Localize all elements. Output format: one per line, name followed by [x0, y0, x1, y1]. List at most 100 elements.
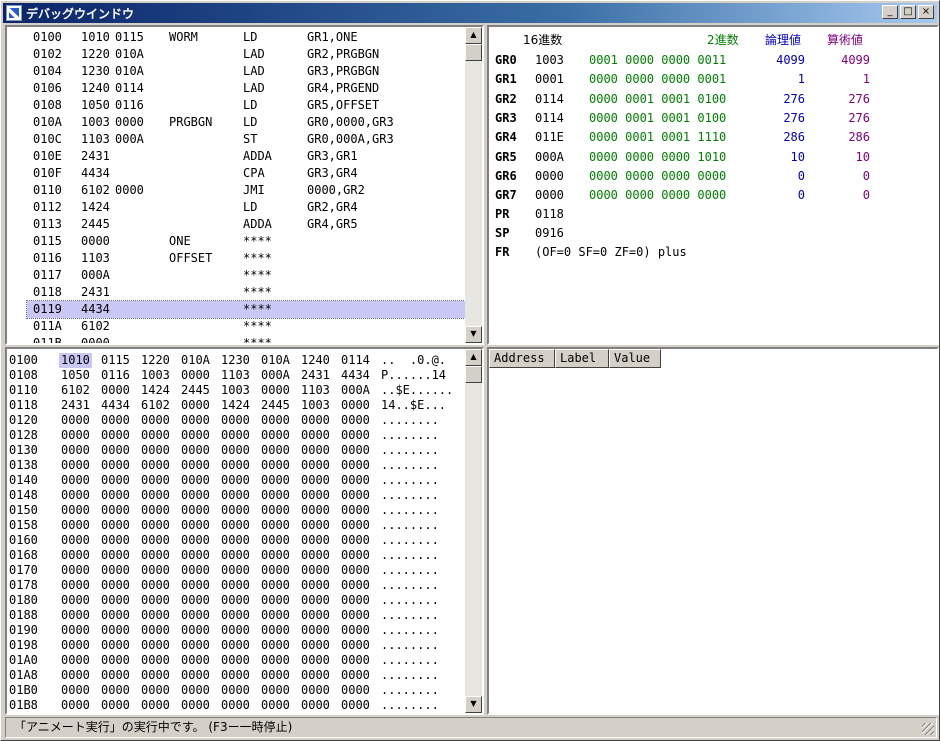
memory-word[interactable]: 0000: [61, 623, 90, 638]
scroll-thumb[interactable]: [465, 366, 482, 383]
memory-word[interactable]: 000A: [341, 383, 370, 398]
memory-word[interactable]: 0000: [301, 623, 330, 638]
memory-word[interactable]: 0000: [341, 683, 370, 698]
memory-word[interactable]: 0000: [341, 518, 370, 533]
resize-grip-icon[interactable]: [922, 723, 934, 735]
memory-word[interactable]: 0000: [181, 668, 210, 683]
memory-word[interactable]: 0000: [301, 413, 330, 428]
memory-word[interactable]: 0000: [141, 548, 170, 563]
memory-word[interactable]: 0000: [341, 698, 370, 713]
memory-word[interactable]: 0000: [341, 623, 370, 638]
source-row[interactable]: 0119 4434 ****: [26, 300, 466, 319]
memory-word[interactable]: 0000: [261, 623, 290, 638]
memory-word[interactable]: 2431: [61, 398, 90, 413]
memory-word[interactable]: 0000: [301, 518, 330, 533]
memory-word[interactable]: 0000: [101, 383, 130, 398]
memory-word[interactable]: 0000: [261, 548, 290, 563]
memory-word[interactable]: 0000: [141, 623, 170, 638]
memory-word[interactable]: 0000: [341, 533, 370, 548]
memory-word[interactable]: 0000: [301, 473, 330, 488]
source-row[interactable]: 0110 6102 0000 JMI 0000,GR2: [27, 182, 465, 199]
memory-word[interactable]: 0000: [101, 443, 130, 458]
memory-word[interactable]: 0000: [341, 668, 370, 683]
source-row[interactable]: 010A 1003 0000 PRGBGN LD GR0,0000,GR3: [27, 114, 465, 131]
memory-word[interactable]: 0000: [261, 653, 290, 668]
memory-word[interactable]: 0000: [261, 383, 290, 398]
memory-word[interactable]: 0000: [101, 653, 130, 668]
memory-word[interactable]: 0000: [221, 428, 250, 443]
memory-word[interactable]: 0000: [181, 428, 210, 443]
memory-word[interactable]: 0000: [101, 548, 130, 563]
memory-word[interactable]: 0000: [61, 518, 90, 533]
memory-word[interactable]: 0000: [301, 578, 330, 593]
memory-word[interactable]: 0000: [101, 608, 130, 623]
memory-word[interactable]: 0000: [141, 668, 170, 683]
memory-word[interactable]: 0000: [301, 443, 330, 458]
memory-word[interactable]: 0000: [261, 488, 290, 503]
memory-word[interactable]: 0000: [61, 563, 90, 578]
memory-word[interactable]: 0000: [61, 458, 90, 473]
memory-word[interactable]: 0000: [301, 653, 330, 668]
memory-word[interactable]: 0000: [261, 413, 290, 428]
memory-word[interactable]: 2431: [301, 368, 330, 383]
memory-word[interactable]: 0000: [261, 518, 290, 533]
memory-word[interactable]: 0000: [341, 503, 370, 518]
memory-word[interactable]: 0000: [261, 698, 290, 713]
label-table-pane[interactable]: Address Label Value: [487, 347, 939, 715]
memory-word[interactable]: 0000: [101, 488, 130, 503]
memory-word[interactable]: 0000: [301, 608, 330, 623]
memory-word[interactable]: 0116: [101, 368, 130, 383]
memory-word[interactable]: 0000: [221, 503, 250, 518]
memory-word[interactable]: 0000: [181, 563, 210, 578]
memory-word[interactable]: 0000: [221, 668, 250, 683]
memory-word[interactable]: 0000: [341, 638, 370, 653]
memory-word[interactable]: 1103: [221, 368, 250, 383]
memory-word[interactable]: 0000: [341, 413, 370, 428]
memory-word[interactable]: 010A: [181, 353, 210, 368]
memory-word[interactable]: 0000: [261, 593, 290, 608]
memory-word[interactable]: 0000: [221, 683, 250, 698]
memory-word[interactable]: 0000: [61, 653, 90, 668]
memory-word[interactable]: 0000: [301, 533, 330, 548]
memory-word[interactable]: 0000: [221, 518, 250, 533]
memory-word[interactable]: 0000: [101, 593, 130, 608]
memory-word[interactable]: 0000: [261, 683, 290, 698]
memory-word[interactable]: 0000: [181, 548, 210, 563]
memory-word[interactable]: 0000: [61, 548, 90, 563]
memory-word[interactable]: 0000: [181, 623, 210, 638]
memory-word[interactable]: 0000: [141, 428, 170, 443]
source-row[interactable]: 010C 1103 000A ST GR0,000A,GR3: [27, 131, 465, 148]
memory-word[interactable]: 0000: [261, 563, 290, 578]
minimize-button[interactable]: _: [882, 5, 898, 19]
memory-word[interactable]: 0000: [301, 503, 330, 518]
memory-word[interactable]: 0000: [261, 428, 290, 443]
memory-word[interactable]: 0000: [141, 638, 170, 653]
memory-word[interactable]: 0000: [61, 488, 90, 503]
memory-word[interactable]: 1003: [141, 368, 170, 383]
memory-word[interactable]: 0000: [181, 518, 210, 533]
memory-word[interactable]: 0000: [61, 443, 90, 458]
memory-word[interactable]: 0000: [101, 428, 130, 443]
memory-word[interactable]: 0000: [181, 473, 210, 488]
close-button[interactable]: ×: [918, 5, 934, 19]
memory-word[interactable]: 0000: [221, 698, 250, 713]
memory-word[interactable]: 0000: [261, 638, 290, 653]
memory-word[interactable]: 0000: [181, 443, 210, 458]
memory-word[interactable]: 0000: [261, 443, 290, 458]
memory-word[interactable]: 0000: [141, 578, 170, 593]
source-row[interactable]: 0118 2431 ****: [27, 284, 465, 301]
memory-word[interactable]: 000A: [261, 368, 290, 383]
memory-word[interactable]: 0000: [181, 683, 210, 698]
scroll-down-arrow-icon[interactable]: ▼: [465, 326, 482, 343]
memory-word[interactable]: 0000: [101, 518, 130, 533]
title-bar[interactable]: デバッグウインドウ _ □ ×: [3, 3, 937, 23]
memory-word[interactable]: 1240: [301, 353, 330, 368]
source-row[interactable]: 0106 1240 0114 LAD GR4,PRGEND: [27, 80, 465, 97]
column-header-label[interactable]: Label: [555, 349, 609, 368]
memory-word[interactable]: 2445: [181, 383, 210, 398]
memory-word[interactable]: 0000: [141, 503, 170, 518]
source-row[interactable]: 0112 1424 LD GR2,GR4: [27, 199, 465, 216]
maximize-button[interactable]: □: [900, 5, 916, 19]
memory-word[interactable]: 0000: [221, 548, 250, 563]
memory-word[interactable]: 0000: [141, 473, 170, 488]
